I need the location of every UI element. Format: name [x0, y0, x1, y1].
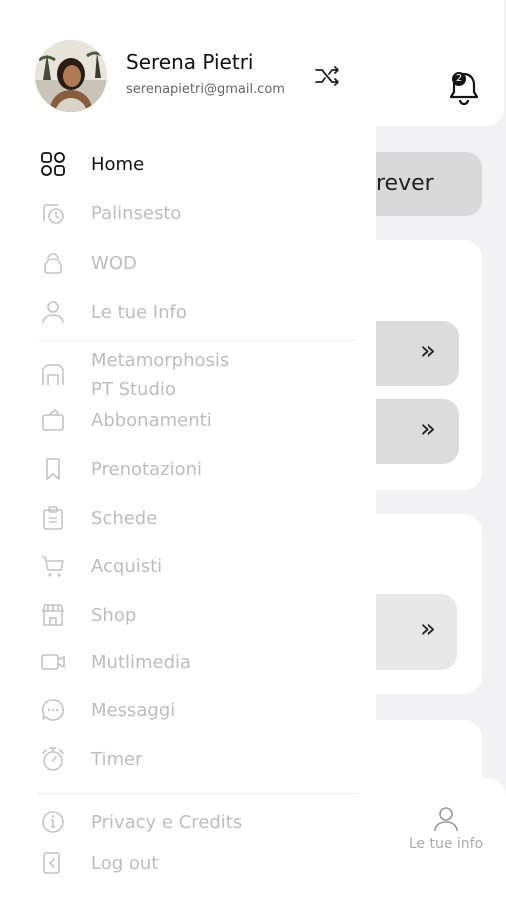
cart-icon	[38, 551, 68, 581]
notification-badge: 2	[452, 72, 466, 86]
bottom-nav-item-info[interactable]: Le tue info	[404, 806, 488, 852]
menu-item-label: Home	[91, 153, 145, 175]
switch-account-icon[interactable]	[314, 64, 342, 88]
menu-divider	[38, 340, 356, 341]
menu-item-schede[interactable]: Schede	[38, 501, 338, 535]
video-icon	[38, 647, 68, 677]
grid-icon	[38, 149, 68, 179]
stopwatch-icon	[38, 744, 68, 774]
menu-item-prenotazioni[interactable]: Prenotazioni	[38, 452, 338, 486]
double-chevron-right-icon: »	[420, 336, 436, 366]
calendar-clock-icon	[38, 198, 68, 228]
menu-item-wod[interactable]: WOD	[38, 246, 338, 280]
menu-item-label: WOD	[91, 252, 137, 274]
menu-divider	[38, 793, 356, 794]
ticket-icon	[38, 405, 68, 435]
gym-icon	[38, 360, 68, 390]
kettlebell-icon	[38, 248, 68, 278]
chat-icon	[38, 695, 68, 725]
menu-item-acquisti[interactable]: Acquisti	[38, 549, 338, 583]
menu-item-messaggi[interactable]: Messaggi	[38, 693, 338, 727]
menu-item-privacy[interactable]: Privacy e Credits	[38, 805, 338, 839]
user-icon	[38, 297, 68, 327]
navigation-drawer: Serena Pietri serenapietri@gmail.com Hom…	[0, 0, 376, 900]
menu-item-shop[interactable]: Shop	[38, 598, 338, 632]
bottom-nav-label: Le tue info	[408, 836, 484, 852]
double-chevron-right-icon: »	[420, 614, 436, 644]
menu-item-label: Mutlimedia	[91, 651, 192, 673]
info-icon	[38, 807, 68, 837]
avatar[interactable]	[35, 40, 107, 112]
double-chevron-right-icon: »	[420, 414, 436, 444]
menu-item-palinsesto[interactable]: Palinsesto	[38, 196, 338, 230]
menu-item-gym[interactable]: Metamorphosis PT Studio	[38, 350, 338, 400]
menu-item-multimedia[interactable]: Mutlimedia	[38, 645, 338, 679]
menu-item-timer[interactable]: Timer	[38, 742, 338, 776]
menu-item-label: Prenotazioni	[91, 458, 202, 480]
user-name: Serena Pietri	[126, 50, 254, 74]
bookmark-icon	[38, 454, 68, 484]
menu-item-label: Le tue Info	[91, 301, 187, 323]
menu-item-label: Privacy e Credits	[91, 811, 243, 833]
menu-item-label: Messaggi	[91, 699, 176, 721]
menu-item-label: Shop	[91, 604, 137, 626]
menu-item-label: Abbonamenti	[91, 409, 212, 431]
user-email: serenapietri@gmail.com	[126, 82, 285, 97]
menu-item-label: Acquisti	[91, 555, 163, 577]
menu-item-label: Schede	[91, 507, 158, 529]
menu-item-logout[interactable]: Log out	[38, 846, 338, 880]
logout-icon	[38, 848, 68, 878]
menu-item-label: Palinsesto	[91, 202, 182, 224]
store-icon	[38, 600, 68, 630]
gym-name: Metamorphosis PT Studio	[91, 350, 230, 400]
menu-item-info[interactable]: Le tue Info	[38, 295, 338, 329]
menu-item-label: Timer	[91, 748, 143, 770]
forever-button-label: rever	[376, 171, 434, 196]
menu-item-label: Log out	[91, 852, 159, 874]
menu-item-abbonamenti[interactable]: Abbonamenti	[38, 403, 338, 437]
clipboard-icon	[38, 503, 68, 533]
menu-item-home[interactable]: Home	[38, 147, 338, 181]
